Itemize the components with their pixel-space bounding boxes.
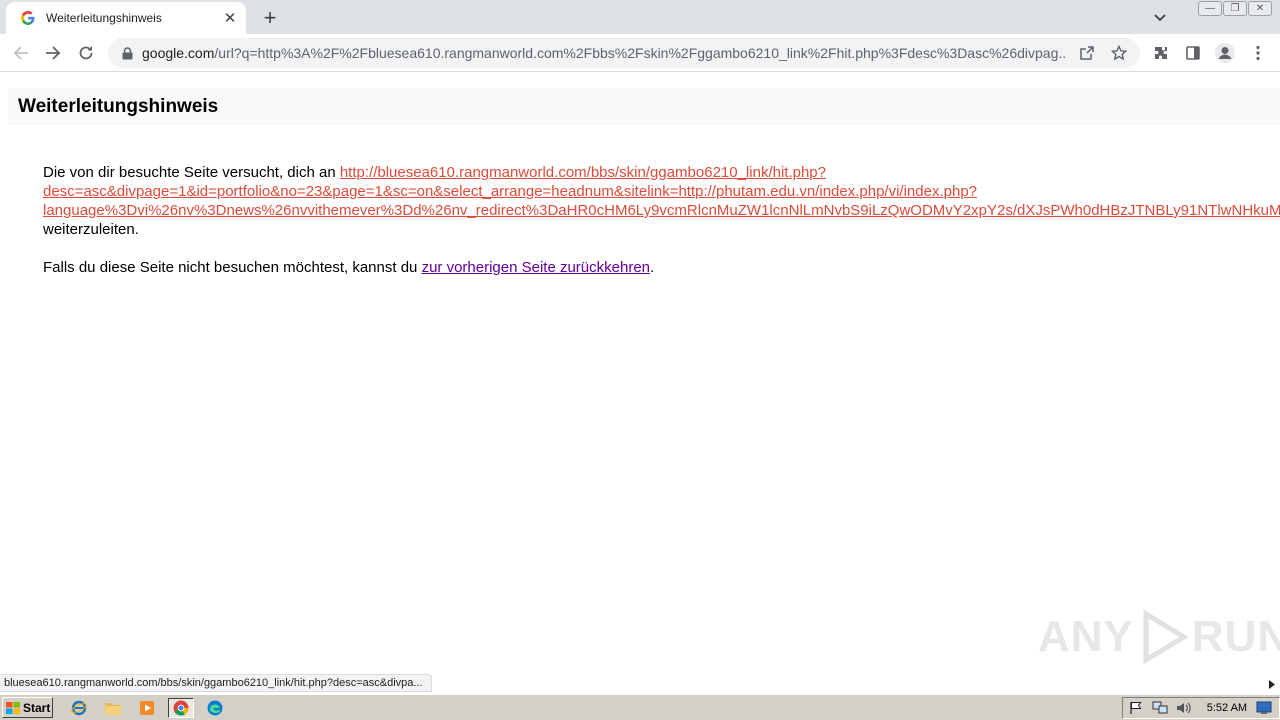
windows-flag-icon bbox=[6, 701, 20, 714]
show-desktop-icon[interactable] bbox=[1255, 700, 1273, 716]
edge-browser-icon[interactable] bbox=[204, 698, 226, 718]
forward-arrow-icon[interactable] bbox=[40, 40, 66, 66]
tab-search-chevron-icon[interactable] bbox=[1150, 8, 1170, 28]
redirect-link-line-3[interactable]: language%3Dvi%26nv%3Dnews%26nvvithemever… bbox=[43, 202, 1280, 219]
address-bar[interactable]: google.com/url?q=http%3A%2F%2Fbluesea610… bbox=[108, 38, 1140, 68]
restore-button[interactable]: ❐ bbox=[1223, 1, 1247, 16]
watermark-right-text: RUN bbox=[1191, 612, 1280, 661]
minimize-button[interactable]: — bbox=[1198, 1, 1222, 16]
new-tab-button[interactable]: + bbox=[258, 6, 282, 30]
redirect-link-line-2[interactable]: desc=asc&divpage=1&id=portfolio&no=23&pa… bbox=[43, 183, 977, 200]
media-player-icon[interactable] bbox=[136, 698, 158, 718]
lock-icon[interactable] bbox=[120, 46, 134, 60]
redirect-link-line-1[interactable]: http://bluesea610.rangmanworld.com/bbs/s… bbox=[340, 164, 826, 181]
url-text[interactable]: google.com/url?q=http%3A%2F%2Fbluesea610… bbox=[142, 45, 1066, 61]
link-status-bubble: bluesea610.rangmanworld.com/bbs/skin/gga… bbox=[0, 674, 432, 692]
back-arrow-icon[interactable] bbox=[8, 40, 34, 66]
side-panel-icon[interactable] bbox=[1180, 40, 1206, 66]
tab-strip: Weiterleitungshinweis ✕ + — ❐ ✕ bbox=[0, 0, 1280, 34]
back-notice: Falls du diese Seite nicht besuchen möch… bbox=[43, 258, 654, 277]
watermark-left-text: ANY bbox=[1038, 612, 1134, 661]
tab-title: Weiterleitungshinweis bbox=[46, 11, 162, 25]
taskbar-clock[interactable]: 5:52 AM bbox=[1207, 702, 1247, 714]
start-button[interactable]: Start bbox=[2, 697, 53, 718]
browser-tab[interactable]: Weiterleitungshinweis ✕ bbox=[6, 2, 246, 34]
volume-speaker-icon[interactable] bbox=[1175, 700, 1193, 716]
play-triangle-icon bbox=[1143, 610, 1189, 664]
windows-taskbar: Start 5:52 AM bbox=[0, 694, 1280, 720]
profile-avatar-icon[interactable] bbox=[1212, 40, 1238, 66]
network-icon[interactable] bbox=[1151, 700, 1169, 716]
chrome-taskbar-icon[interactable] bbox=[168, 698, 194, 718]
google-g-icon bbox=[20, 10, 36, 26]
system-tray: 5:52 AM bbox=[1122, 697, 1280, 719]
window-controls: — ❐ ✕ bbox=[1198, 1, 1272, 16]
page-header: Weiterleitungshinweis bbox=[8, 88, 1280, 126]
extensions-puzzle-icon[interactable] bbox=[1148, 40, 1174, 66]
back-prefix-text: Falls du diese Seite nicht besuchen möch… bbox=[43, 259, 422, 276]
share-icon[interactable] bbox=[1076, 42, 1098, 64]
anyrun-watermark: ANY RUN bbox=[1038, 610, 1280, 664]
tab-close-icon[interactable]: ✕ bbox=[222, 10, 238, 26]
back-suffix-text: . bbox=[650, 259, 655, 276]
file-explorer-folder-icon[interactable] bbox=[102, 698, 124, 718]
start-label: Start bbox=[23, 700, 51, 715]
page-title: Weiterleitungshinweis bbox=[18, 96, 219, 117]
back-link[interactable]: zur vorherigen Seite zurückkehren bbox=[422, 259, 650, 276]
internet-explorer-icon[interactable] bbox=[68, 698, 90, 718]
menu-kebab-icon[interactable] bbox=[1245, 40, 1271, 66]
outro-text: weiterzuleiten. bbox=[43, 221, 139, 238]
browser-toolbar: google.com/url?q=http%3A%2F%2Fbluesea610… bbox=[0, 34, 1280, 72]
close-window-button[interactable]: ✕ bbox=[1248, 1, 1272, 16]
scroll-right-arrow-icon[interactable] bbox=[1264, 676, 1280, 692]
redirect-notice: Die von dir besuchte Seite versucht, dic… bbox=[43, 163, 1280, 239]
page-content: Weiterleitungshinweis Die von dir besuch… bbox=[0, 72, 1280, 674]
bookmark-star-icon[interactable] bbox=[1108, 42, 1130, 64]
action-center-flag-icon[interactable] bbox=[1127, 700, 1145, 716]
reload-icon[interactable] bbox=[73, 40, 99, 66]
intro-text: Die von dir besuchte Seite versucht, dic… bbox=[43, 164, 340, 181]
